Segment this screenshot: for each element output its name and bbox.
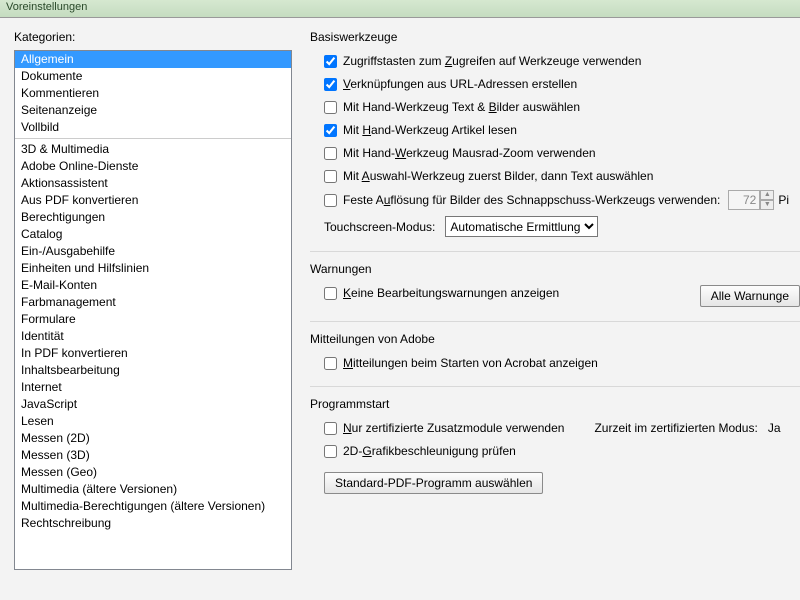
category-item[interactable]: Multimedia (ältere Versionen) [15,481,291,498]
category-item[interactable]: Internet [15,379,291,396]
group-title-basiswerkzeuge: Basiswerkzeuge [310,30,800,44]
category-item[interactable]: Identität [15,328,291,345]
label-2d-accel: 2D-Grafikbeschleunigung prüfen [343,444,516,458]
category-item[interactable]: Aus PDF konvertieren [15,192,291,209]
category-item[interactable]: Messen (2D) [15,430,291,447]
category-item[interactable]: Kommentieren [15,85,291,102]
checkbox-snapshot-resolution[interactable] [324,194,337,207]
window-title: Voreinstellungen [6,1,87,13]
spinner-snapshot-resolution: ▲ ▼ [728,190,774,210]
checkbox-row-basic-1: Verknüpfungen aus URL-Adressen erstellen [324,75,800,93]
checkbox-row-no-edit-warnings: Keine Bearbeitungswarnungen anzeigen [324,284,559,302]
dialog-content: Kategorien: AllgemeinDokumenteKommentier… [0,18,800,600]
row-touchscreen-mode: Touchscreen-Modus: Automatische Ermittlu… [324,216,800,237]
label-basic-3: Mit Hand-Werkzeug Artikel lesen [343,123,517,137]
checkbox-row-basic-3: Mit Hand-Werkzeug Artikel lesen [324,121,800,139]
category-item[interactable]: Dokumente [15,68,291,85]
checkbox-certified-modules[interactable] [324,422,337,435]
label-snapshot-resolution: Feste Auflösung für Bilder des Schnappsc… [343,193,720,207]
certified-mode-status: Zurzeit im zertifizierten Modus: Ja [594,421,780,435]
checkbox-row-basic-5: Mit Auswahl-Werkzeug zuerst Bilder, dann… [324,167,800,185]
group-title-mitteilungen: Mitteilungen von Adobe [310,332,800,346]
checkbox-basic-1[interactable] [324,78,337,91]
checkbox-basic-5[interactable] [324,170,337,183]
checkbox-row-adobe-messages: Mitteilungen beim Starten von Acrobat an… [324,354,800,372]
button-default-pdf-program[interactable]: Standard-PDF-Programm auswählen [324,472,543,494]
category-item[interactable]: Allgemein [15,51,291,68]
categories-label: Kategorien: [14,30,292,44]
checkbox-basic-0[interactable] [324,55,337,68]
category-item[interactable]: In PDF konvertieren [15,345,291,362]
button-all-warnings[interactable]: Alle Warnunge [700,285,800,307]
group-warnungen: Warnungen Keine Bearbeitungswarnungen an… [310,262,800,307]
label-no-edit-warnings: Keine Bearbeitungswarnungen anzeigen [343,286,559,300]
category-item[interactable]: Farbmanagement [15,294,291,311]
category-item[interactable]: JavaScript [15,396,291,413]
group-programmstart: Programmstart Nur zertifizierte Zusatzmo… [310,397,800,490]
label-basic-2: Mit Hand-Werkzeug Text & Bilder auswähle… [343,100,580,114]
category-item[interactable]: Aktionsassistent [15,175,291,192]
checkbox-adobe-messages[interactable] [324,357,337,370]
category-item[interactable]: Ein-/Ausgabehilfe [15,243,291,260]
settings-panel: Basiswerkzeuge Zugriffstasten zum Zugrei… [300,18,800,600]
checkbox-basic-3[interactable] [324,124,337,137]
category-item[interactable]: Inhaltsbearbeitung [15,362,291,379]
spinner-up[interactable]: ▲ [760,190,774,200]
category-item[interactable]: E-Mail-Konten [15,277,291,294]
label-basic-5: Mit Auswahl-Werkzeug zuerst Bilder, dann… [343,169,653,183]
category-item[interactable]: Messen (Geo) [15,464,291,481]
label-basic-4: Mit Hand-Werkzeug Mausrad-Zoom verwenden [343,146,596,160]
category-item[interactable]: Berechtigungen [15,209,291,226]
category-item[interactable]: Messen (3D) [15,447,291,464]
select-touchscreen-mode[interactable]: Automatische Ermittlung [445,216,598,237]
group-title-warnungen: Warnungen [310,262,800,276]
category-item[interactable]: Rechtschreibung [15,515,291,532]
spinner-down[interactable]: ▼ [760,200,774,210]
label-touchscreen-mode: Touchscreen-Modus: [324,220,435,234]
label-basic-0: Zugriffstasten zum Zugreifen auf Werkzeu… [343,54,641,68]
unit-snapshot-resolution: Pi [778,193,789,207]
category-item[interactable]: 3D & Multimedia [15,141,291,158]
checkbox-basic-4[interactable] [324,147,337,160]
category-item[interactable]: Multimedia-Berechtigungen (ältere Versio… [15,498,291,515]
checkbox-row-2d-accel: 2D-Grafikbeschleunigung prüfen [324,442,800,460]
category-item[interactable]: Lesen [15,413,291,430]
group-mitteilungen: Mitteilungen von Adobe Mitteilungen beim… [310,332,800,372]
category-item[interactable]: Einheiten und Hilfslinien [15,260,291,277]
checkbox-row-basic-2: Mit Hand-Werkzeug Text & Bilder auswähle… [324,98,800,116]
categories-listbox[interactable]: AllgemeinDokumenteKommentierenSeitenanze… [14,50,292,570]
checkbox-basic-2[interactable] [324,101,337,114]
category-item[interactable]: Vollbild [15,119,291,136]
checkbox-no-edit-warnings[interactable] [324,287,337,300]
checkbox-2d-accel[interactable] [324,445,337,458]
checkbox-row-basic-0: Zugriffstasten zum Zugreifen auf Werkzeu… [324,52,800,70]
category-item[interactable]: Adobe Online-Dienste [15,158,291,175]
window-titlebar: Voreinstellungen [0,0,800,18]
checkbox-row-snapshot-resolution: Feste Auflösung für Bilder des Schnappsc… [324,190,800,210]
category-item[interactable]: Formulare [15,311,291,328]
group-basiswerkzeuge: Basiswerkzeuge Zugriffstasten zum Zugrei… [310,30,800,237]
checkbox-row-certified-modules: Nur zertifizierte Zusatzmodule verwenden… [324,419,800,437]
category-item[interactable]: Catalog [15,226,291,243]
label-adobe-messages: Mitteilungen beim Starten von Acrobat an… [343,356,598,370]
label-basic-1: Verknüpfungen aus URL-Adressen erstellen [343,77,577,91]
input-snapshot-resolution[interactable] [728,190,760,210]
sidebar: Kategorien: AllgemeinDokumenteKommentier… [0,18,300,600]
group-title-programmstart: Programmstart [310,397,800,411]
checkbox-row-basic-4: Mit Hand-Werkzeug Mausrad-Zoom verwenden [324,144,800,162]
label-certified-modules: Nur zertifizierte Zusatzmodule verwenden [343,421,564,435]
category-item[interactable]: Seitenanzeige [15,102,291,119]
